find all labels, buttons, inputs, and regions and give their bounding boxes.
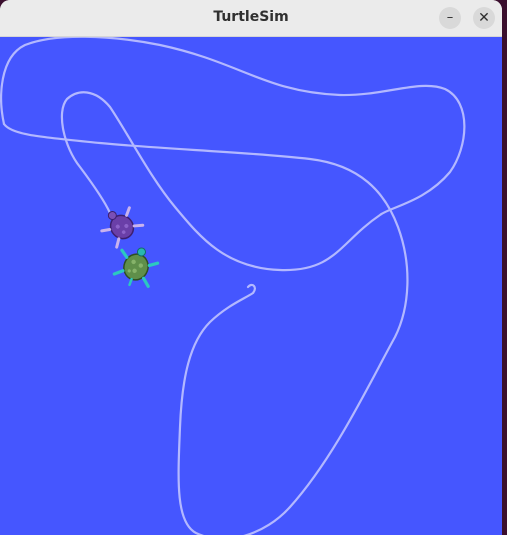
turtle-green: [112, 247, 160, 288]
minimize-icon: –: [446, 10, 454, 25]
drawing-surface: [0, 37, 466, 535]
turtle-purple: [100, 206, 145, 249]
close-button[interactable]: ✕: [473, 7, 495, 29]
minimize-button[interactable]: –: [439, 7, 461, 29]
pen-trail-lower: [2, 122, 409, 535]
window-title: TurtleSim: [213, 9, 289, 25]
turtlesim-window: TurtleSim – ✕: [0, 0, 502, 535]
desktop-background: [502, 0, 507, 535]
close-icon: ✕: [478, 10, 490, 26]
turtle-canvas: [0, 37, 502, 535]
title-bar[interactable]: TurtleSim – ✕: [0, 0, 502, 37]
